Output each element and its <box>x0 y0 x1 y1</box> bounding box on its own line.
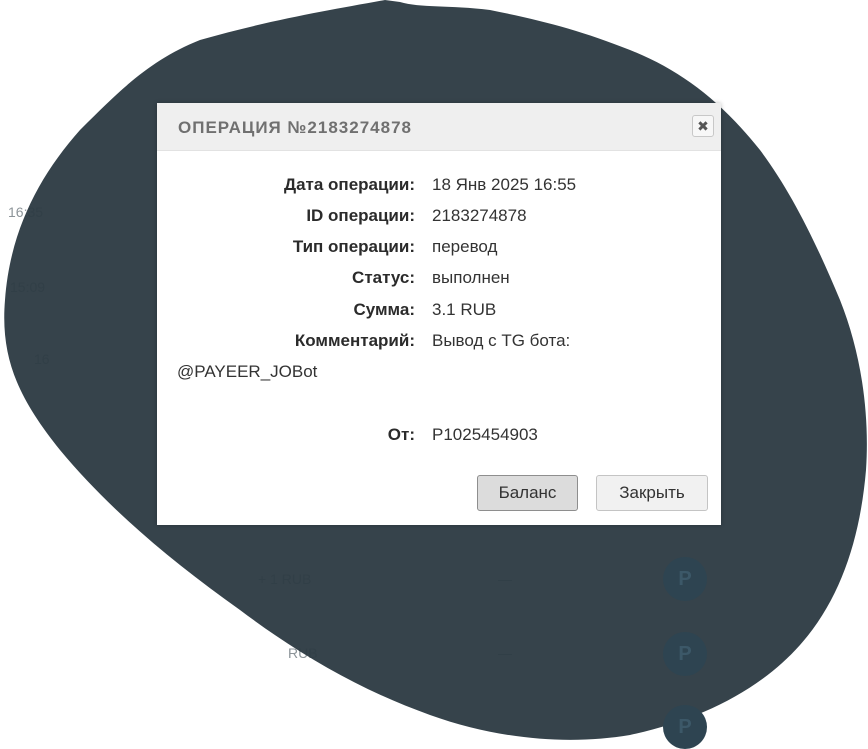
status-label: Статус: <box>352 268 415 287</box>
from-value: P1025454903 <box>432 425 538 444</box>
bg-avatar-1: P <box>663 557 707 601</box>
bg-avatar-3: P <box>663 705 707 749</box>
status-value: выполнен <box>432 268 510 287</box>
type-value: перевод <box>432 237 498 256</box>
bg-time-2: 15:09 <box>10 279 46 295</box>
row-from: От: P1025454903 <box>157 425 721 447</box>
operation-dialog: ОПЕРАЦИЯ №2183274878 ✖ Дата операции: 18… <box>157 103 721 525</box>
row-status: Статус: выполнен <box>157 268 721 290</box>
row-amount: Сумма: 3.1 RUB <box>157 300 721 322</box>
date-value: 18 Янв 2025 16:55 <box>432 175 577 194</box>
type-label: Тип операции: <box>292 237 415 256</box>
bg-dash-2: — <box>498 645 512 661</box>
bg-dash-1: — <box>498 571 512 587</box>
amount-value: 3.1 RUB <box>432 300 497 319</box>
from-label: От: <box>387 425 415 444</box>
bg-time-3: 16 <box>34 351 50 367</box>
amount-label: Сумма: <box>353 300 415 319</box>
row-type: Тип операции: перевод <box>157 237 721 259</box>
dialog-header: ОПЕРАЦИЯ №2183274878 ✖ <box>157 103 721 151</box>
row-id: ID операции: 2183274878 <box>157 206 721 228</box>
id-label: ID операции: <box>306 206 415 225</box>
row-date: Дата операции: 18 Янв 2025 16:55 <box>157 175 721 197</box>
comment-value: Вывод с TG бота: <box>432 331 571 350</box>
id-value: 2183274878 <box>432 206 527 225</box>
date-label: Дата операции: <box>283 175 415 194</box>
bg-time-1: 16:35 <box>8 204 44 220</box>
close-button[interactable]: Закрыть <box>596 475 708 511</box>
comment-continuation: @PAYEER_JOBot <box>177 362 318 381</box>
bg-amount-1: + 1 RUB <box>258 571 312 587</box>
dialog-title: ОПЕРАЦИЯ №2183274878 <box>178 118 412 137</box>
close-icon[interactable]: ✖ <box>692 115 714 137</box>
bg-amount-2: RUB <box>288 645 318 661</box>
bg-avatar-2: P <box>663 632 707 676</box>
row-comment: Комментарий: Вывод с TG бота: <box>157 331 721 353</box>
comment-label: Комментарий: <box>294 331 415 350</box>
balance-button[interactable]: Баланс <box>477 475 578 511</box>
